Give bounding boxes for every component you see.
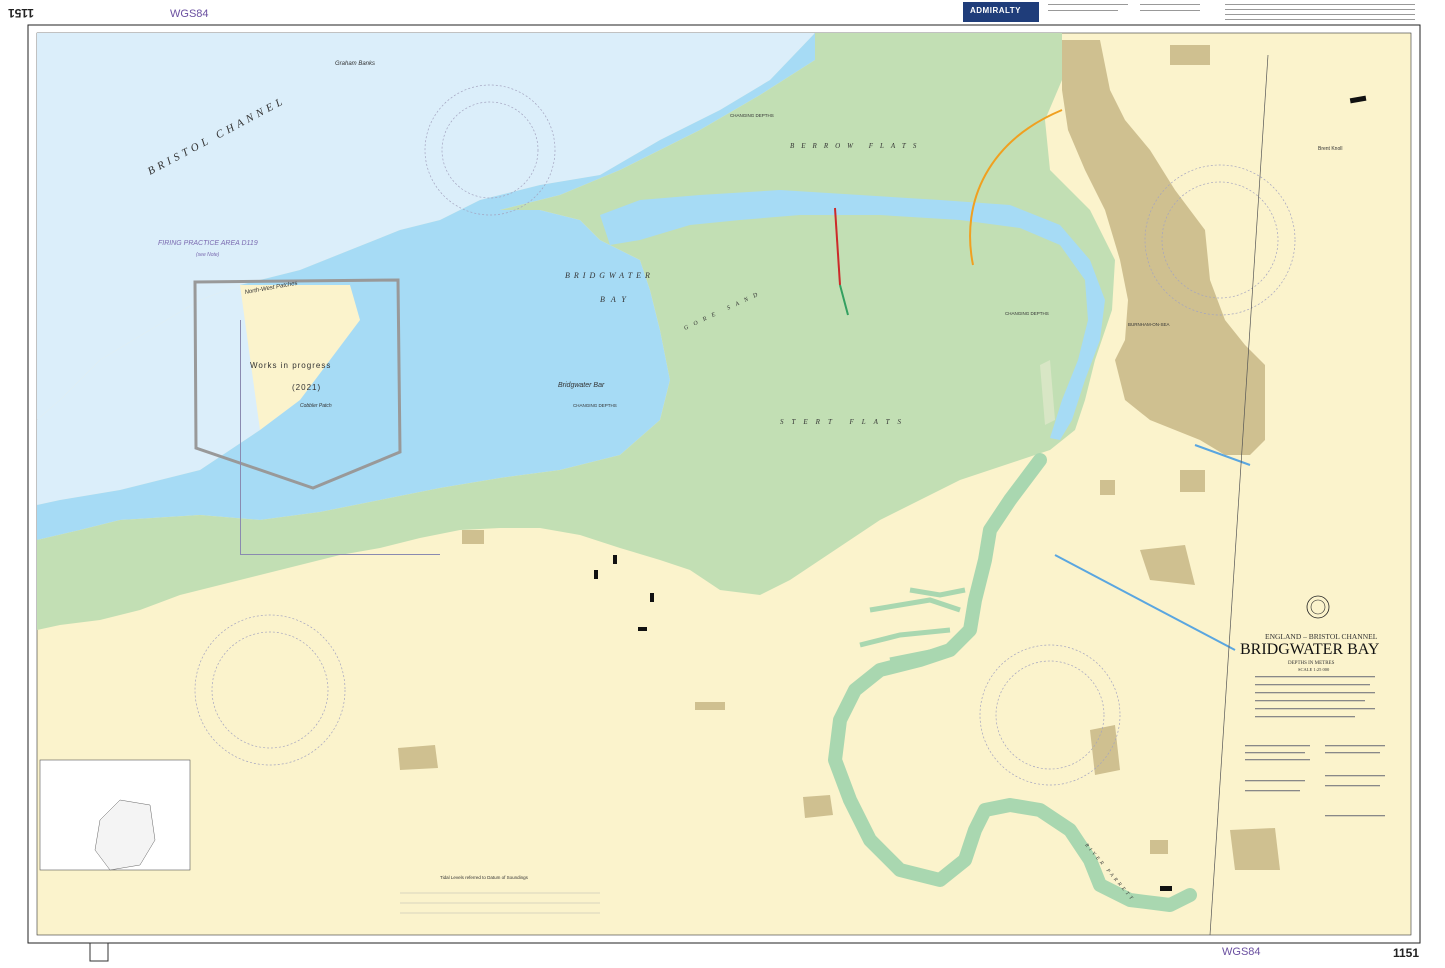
label-firing-area: FIRING PRACTICE AREA D119 (158, 240, 258, 247)
label-changing-depths-2: CHANGING DEPTHS (730, 113, 774, 118)
chart-number: 1151 (1393, 946, 1420, 960)
label-burnham: BURNHAM-ON-SEA (1128, 322, 1170, 327)
scale-note: SCALE 1:25 000 (1298, 667, 1330, 672)
label-works-year: (2021) (292, 383, 321, 392)
nautical-chart: BRISTOL CHANNEL Graham Banks FIRING PRAC… (0, 0, 1445, 968)
label-cobbler-patch: Cobbler Patch (300, 403, 332, 409)
label-graham-banks: Graham Banks (335, 61, 375, 67)
label-berrow-flats: BERROW FLATS (790, 142, 923, 150)
label-bay: BAY (600, 295, 632, 304)
admiralty-brand: ADMIRALTY (970, 6, 1022, 15)
title-region: ENGLAND – BRISTOL CHANNEL (1265, 632, 1378, 641)
label-tidal-levels: Tidal Levels referred to Datum of Soundi… (440, 875, 529, 880)
chart-title: BRIDGWATER BAY (1240, 641, 1380, 658)
label-works-in-progress: Works in progress (250, 361, 331, 370)
datum-label-top: WGS84 (170, 8, 209, 20)
label-stert-flats: STERT FLATS (780, 418, 909, 426)
label-changing-depths-1: CHANGING DEPTHS (573, 403, 617, 408)
label-see-note: (see Note) (196, 252, 220, 258)
label-brent-knoll: Brent Knoll (1318, 146, 1342, 152)
label-bridgwater: BRIDGWATER (565, 271, 654, 280)
chart-number-rotated: 1151 (8, 6, 35, 20)
label-bridgwater-bar: Bridgwater Bar (558, 382, 605, 389)
label-changing-depths-3: CHANGING DEPTHS (1005, 311, 1049, 316)
datum-label-bottom: WGS84 (1222, 946, 1261, 958)
depths-note: DEPTHS IN METRES (1288, 661, 1335, 666)
